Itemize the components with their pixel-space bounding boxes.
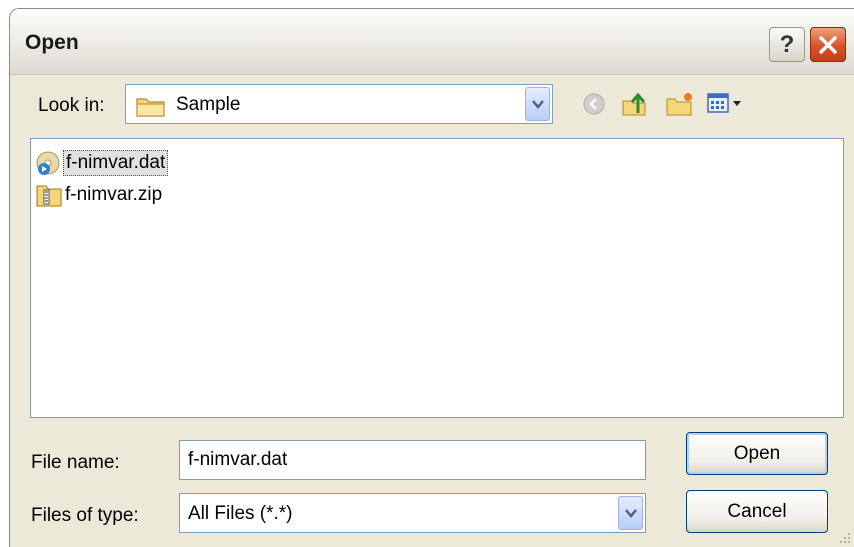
folder-icon <box>136 98 165 117</box>
create-new-folder-button[interactable] <box>665 89 695 119</box>
file-name-label: File name: <box>31 452 120 473</box>
file-name-field[interactable] <box>179 440 646 480</box>
close-icon <box>819 35 837 54</box>
cancel-button[interactable]: Cancel <box>686 490 828 533</box>
media-file-icon <box>36 151 60 175</box>
file-list[interactable]: f-nimvar.dat f-nimvar.zip <box>30 138 844 418</box>
file-item-f-nimvar-zip[interactable]: f-nimvar.zip <box>35 181 164 209</box>
resize-grip-icon[interactable] <box>837 530 851 544</box>
view-menu-button[interactable] <box>706 89 746 119</box>
files-of-type-value: All Files (*.*) <box>188 503 293 524</box>
up-one-level-button[interactable] <box>620 89 650 119</box>
title-bar[interactable]: Open ? <box>10 9 854 75</box>
look-in-dropdown[interactable]: Sample <box>125 84 553 124</box>
file-name-label: f-nimvar.zip <box>65 184 163 205</box>
back-arrow-icon <box>583 93 605 115</box>
look-in-value: Sample <box>176 94 241 115</box>
back-button[interactable] <box>579 89 609 119</box>
up-folder-icon <box>622 92 646 116</box>
chevron-down-icon <box>624 508 637 518</box>
dialog-title: Open <box>25 31 79 54</box>
help-button[interactable]: ? <box>769 27 805 62</box>
look-in-label: Look in: <box>38 95 105 116</box>
close-button[interactable] <box>810 27 846 62</box>
file-name-input[interactable] <box>180 441 645 479</box>
view-menu-icon <box>707 93 741 113</box>
file-item-f-nimvar-dat[interactable]: f-nimvar.dat <box>35 149 169 177</box>
open-dialog: Open ? Look in: Sample f-nimvar.dat f-ni… <box>9 8 854 547</box>
help-icon: ? <box>779 30 795 58</box>
chevron-down-icon <box>531 99 544 109</box>
files-of-type-dropdown-arrow[interactable] <box>618 496 643 530</box>
files-of-type-dropdown[interactable]: All Files (*.*) <box>179 493 646 533</box>
zip-folder-icon <box>36 185 62 207</box>
open-button[interactable]: Open <box>686 432 828 475</box>
file-name-label: f-nimvar.dat <box>63 150 169 176</box>
look-in-dropdown-arrow[interactable] <box>525 87 550 121</box>
new-folder-icon <box>666 93 692 116</box>
files-of-type-label: Files of type: <box>31 505 139 526</box>
